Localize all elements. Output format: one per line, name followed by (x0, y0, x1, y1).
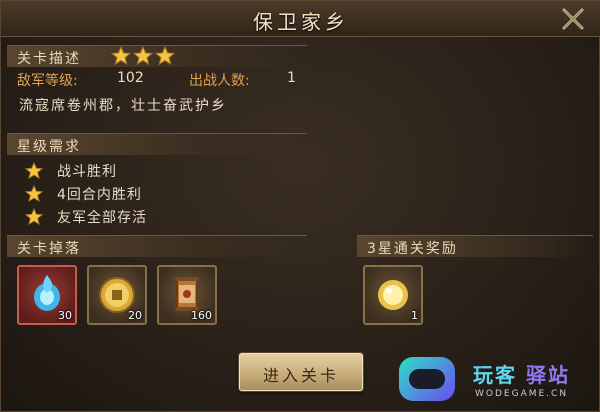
star-icon (25, 162, 43, 180)
stage-dialog: 保卫家乡 关卡描述 敌军等级: 102 出战人数: 1 流寇席卷州郡，壮士奋武护… (0, 0, 600, 412)
watermark-text-b: 驿站 (525, 363, 570, 387)
reward-item[interactable]: 1 (363, 265, 423, 325)
enter-stage-button[interactable]: 进入关卡 (239, 353, 363, 391)
watermark-domain: WODEGAME.CN (475, 389, 569, 399)
level-description-text: 流寇席卷州郡，壮士奋武护乡 (19, 98, 227, 114)
drop-item[interactable]: 20 (87, 265, 147, 325)
drop-quantity: 30 (58, 309, 72, 322)
requirement-item: 战斗胜利 (25, 161, 117, 181)
site-watermark: 玩客 驿站 WODEGAME.CN (393, 353, 600, 412)
troops-value: 1 (287, 70, 296, 86)
star-requirements-header: 星级需求 (7, 133, 307, 155)
enemy-level-label: 敌军等级: (17, 73, 78, 89)
reward-label: 3星通关奖励 (367, 241, 458, 257)
reward-quantity: 1 (411, 309, 418, 322)
dialog-title: 保卫家乡 (253, 10, 349, 34)
watermark-text: 玩客 驿站 (473, 359, 570, 388)
drop-quantity: 160 (191, 309, 212, 322)
level-description-label: 关卡描述 (17, 51, 81, 67)
requirement-text: 4回合内胜利 (57, 187, 142, 203)
close-icon (562, 8, 584, 30)
drop-item[interactable]: 160 (157, 265, 217, 325)
gold-orb-icon (378, 280, 408, 310)
star-icon (133, 46, 153, 66)
star-requirements-label: 星级需求 (17, 139, 81, 155)
drop-item[interactable]: 30 (17, 265, 77, 325)
requirement-text: 战斗胜利 (57, 164, 117, 180)
watermark-logo-icon (399, 357, 455, 401)
requirement-item: 4回合内胜利 (25, 184, 142, 204)
requirement-text: 友军全部存活 (57, 210, 147, 226)
drops-label: 关卡掉落 (17, 241, 81, 257)
level-description-header: 关卡描述 (7, 45, 307, 67)
enter-stage-label: 进入关卡 (262, 366, 339, 385)
reward-header: 3星通关奖励 (357, 235, 593, 257)
drops-header: 关卡掉落 (7, 235, 307, 257)
star-icon (155, 46, 175, 66)
drop-quantity: 20 (128, 309, 142, 322)
star-icon (25, 185, 43, 203)
enemy-level-value: 102 (117, 70, 144, 86)
level-stars (111, 46, 175, 66)
close-button[interactable] (559, 5, 587, 33)
star-icon (25, 208, 43, 226)
troops-label: 出战人数: (189, 73, 250, 89)
star-icon (111, 46, 131, 66)
watermark-text-a: 玩客 (473, 363, 517, 387)
title-bar: 保卫家乡 (1, 1, 600, 37)
requirement-item: 友军全部存活 (25, 207, 147, 227)
